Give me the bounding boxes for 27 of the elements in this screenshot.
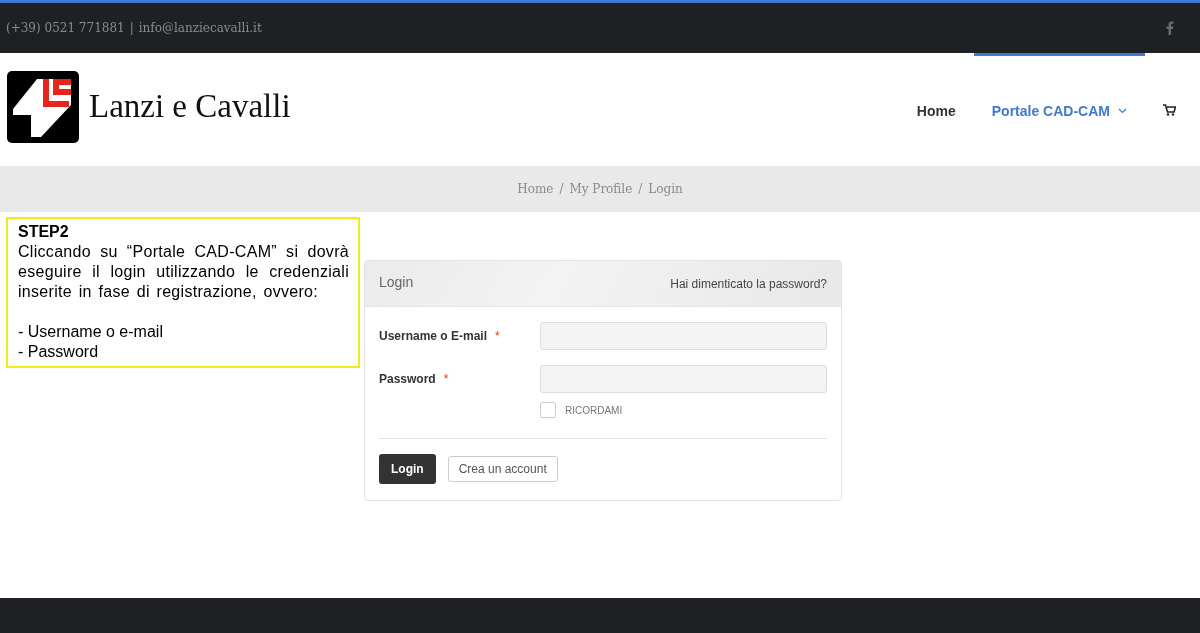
forgot-password-link[interactable]: Hai dimenticato la password? — [670, 276, 827, 291]
instruction-item: - Password — [18, 342, 100, 362]
contact-email[interactable]: info@lanziecavalli.it — [138, 21, 262, 35]
facebook-icon[interactable] — [1166, 21, 1174, 35]
instruction-title: STEP2 — [18, 222, 70, 242]
input-field[interactable] — [540, 322, 827, 350]
nav-link[interactable]: Home — [898, 53, 974, 166]
create-account-button[interactable]: Crea un account — [447, 456, 558, 482]
login-title: Login — [379, 273, 414, 290]
instruction-item: - Username o e-mail — [18, 322, 164, 342]
field-label: Password — [379, 372, 436, 386]
breadcrumb-separator: / — [638, 182, 643, 196]
brand-name[interactable]: Lanzi e Cavalli — [89, 88, 291, 125]
remember-label[interactable]: RICORDAMI — [565, 404, 623, 416]
instruction-text: Cliccando su “Portale CAD-CAM” si dovrà eseguire il login utilizzando le credenziali inserite in fase di registrazione, ovvero: — [18, 242, 349, 302]
breadcrumb-item: Login — [648, 182, 683, 196]
logo-icon[interactable] — [7, 70, 79, 143]
input-field[interactable] — [540, 365, 827, 393]
remember-checkbox[interactable] — [540, 402, 556, 418]
cart-icon[interactable] — [1163, 103, 1176, 116]
required-mark: * — [443, 372, 449, 386]
login-button[interactable]: Login — [379, 454, 436, 484]
contact-phone: (+39) 0521 771881 — [6, 21, 125, 35]
field-label: Username o E-mail — [379, 329, 488, 343]
required-mark: * — [495, 329, 500, 343]
breadcrumb-separator: / — [559, 182, 564, 196]
contact-separator: | — [129, 21, 134, 35]
